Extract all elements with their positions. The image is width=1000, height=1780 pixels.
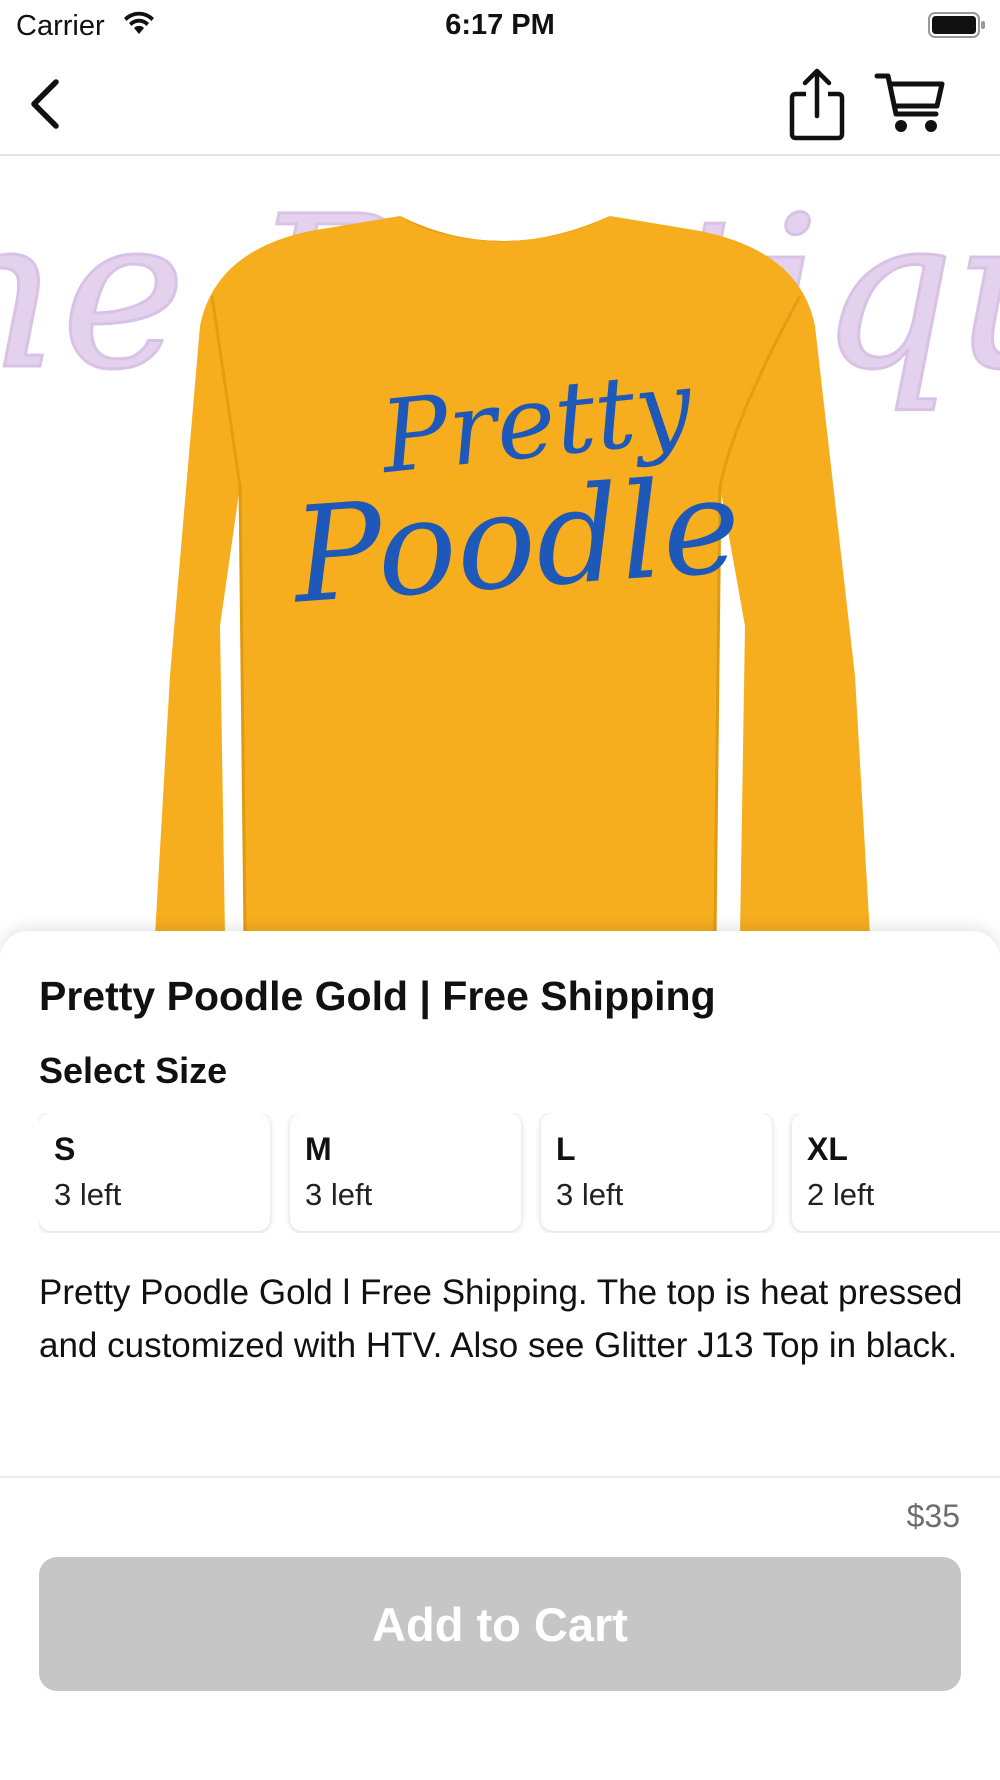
nav-bar: [0, 56, 1000, 156]
select-size-heading: Select Size: [39, 1050, 228, 1091]
size-option-xl[interactable]: XL 2 left: [792, 1113, 1000, 1231]
shirt-illustration: The Boutique Pretty Poodle: [0, 170, 1000, 936]
product-description: Pretty Poodle Gold l Free Shipping. The …: [39, 1273, 963, 1365]
cart-icon: [874, 73, 945, 132]
purchase-footer: $35 Add to Cart: [0, 1476, 1000, 1780]
size-stock: 2 left: [807, 1177, 875, 1212]
size-options: S 3 left M 3 left L 3 left XL 2 left: [39, 1113, 1000, 1233]
size-stock: 3 left: [54, 1177, 122, 1212]
size-option-s[interactable]: S 3 left: [39, 1113, 270, 1231]
share-icon: [789, 68, 845, 141]
price-label: $35: [906, 1498, 960, 1534]
cart-button[interactable]: [874, 70, 946, 136]
size-label: S: [54, 1131, 76, 1167]
size-label: L: [556, 1131, 576, 1167]
size-option-l[interactable]: L 3 left: [541, 1113, 772, 1231]
size-stock: 3 left: [305, 1177, 373, 1212]
back-button[interactable]: [22, 74, 72, 134]
share-button[interactable]: [786, 66, 848, 142]
status-time: 6:17 PM: [445, 9, 555, 41]
add-to-cart-button[interactable]: Add to Cart: [39, 1557, 961, 1691]
battery-icon: [928, 12, 985, 38]
size-label: M: [305, 1131, 332, 1167]
chevron-left-icon: [31, 79, 59, 129]
product-title: Pretty Poodle Gold | Free Shipping: [39, 973, 716, 1019]
size-stock: 3 left: [556, 1177, 624, 1212]
product-image: The Boutique Pretty Poodle: [0, 156, 1000, 936]
size-label: XL: [807, 1131, 848, 1167]
shirt-print-line2: Poodle: [286, 449, 745, 634]
status-bar: Carrier 6:17 PM: [0, 0, 1000, 50]
size-option-m[interactable]: M 3 left: [290, 1113, 521, 1231]
